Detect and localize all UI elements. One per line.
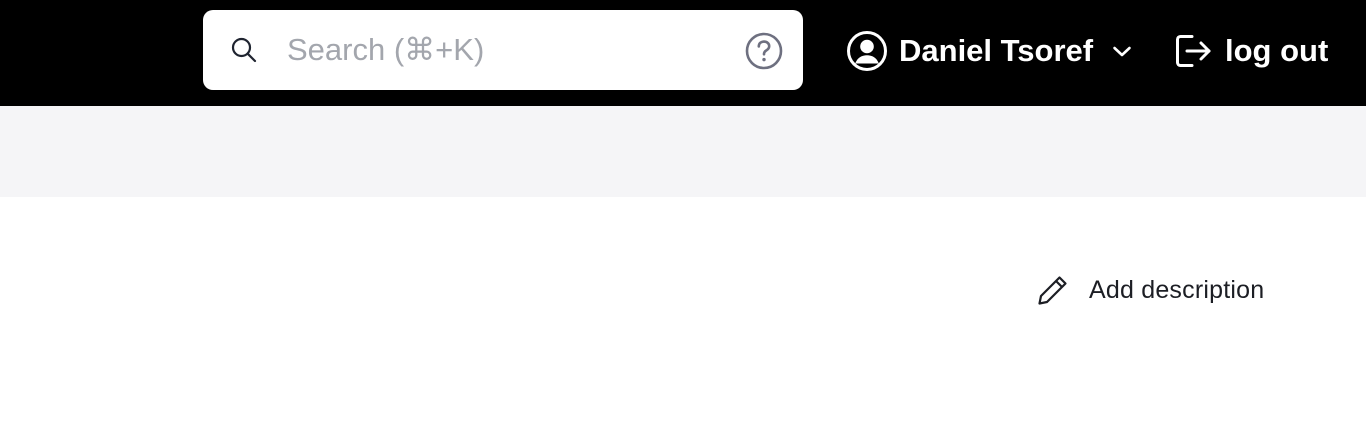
top-navigation-bar: Daniel Tsoref log out [0, 0, 1366, 106]
user-circle-icon [847, 31, 887, 71]
search-input[interactable] [287, 22, 727, 78]
logout-button[interactable]: log out [1172, 26, 1328, 76]
logout-icon [1176, 35, 1211, 67]
search-icon [231, 37, 257, 63]
question-circle-icon[interactable] [744, 31, 784, 71]
chevron-down-icon [1113, 46, 1131, 57]
add-description-button[interactable]: Add description [1036, 272, 1264, 308]
subheader-bar [0, 106, 1366, 197]
user-name: Daniel Tsoref [899, 33, 1094, 68]
user-menu[interactable]: Daniel Tsoref [846, 26, 1133, 76]
pencil-icon [1038, 276, 1067, 305]
logout-label: log out [1225, 33, 1329, 68]
add-description-label: Add description [1089, 275, 1265, 304]
